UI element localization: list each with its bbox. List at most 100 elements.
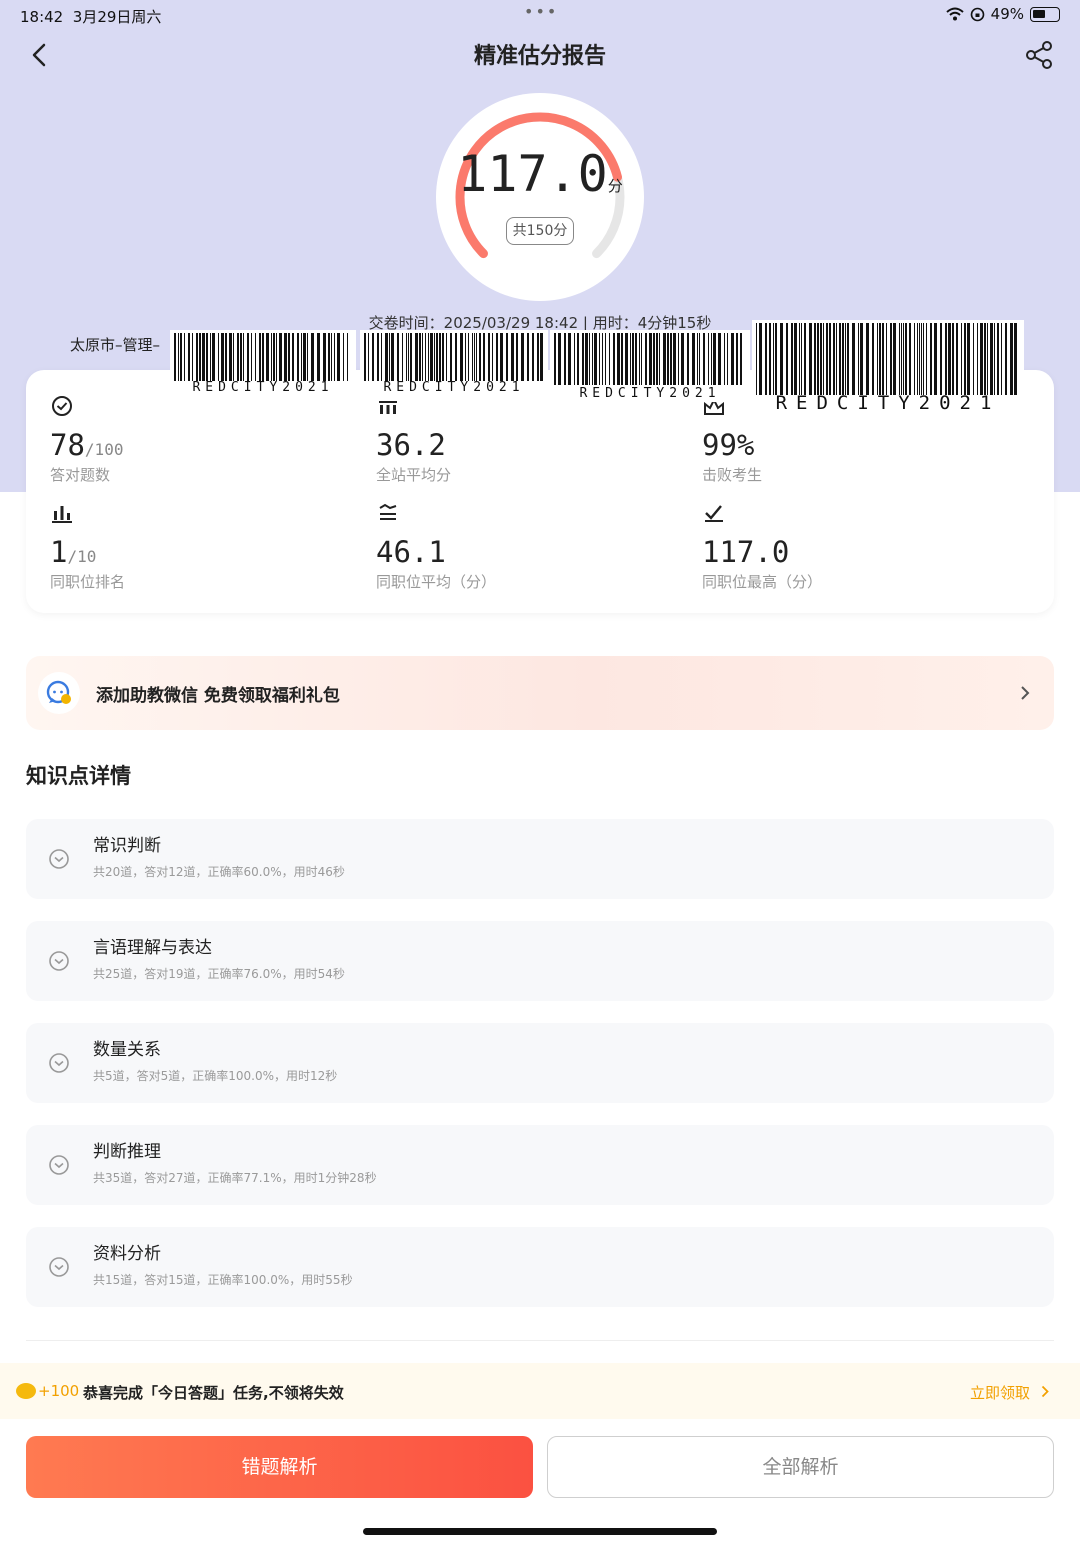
daily-task-bar: +100 恭喜完成「今日答题」任务,不领将失效 立即领取 xyxy=(0,1363,1080,1419)
chevron-down-circle-icon[interactable] xyxy=(48,848,70,870)
barcode-bar xyxy=(202,333,205,381)
barcode-bar xyxy=(307,333,308,381)
barcode-bar xyxy=(196,333,198,381)
barcode-bar xyxy=(585,333,588,385)
barcode-bar xyxy=(422,333,423,381)
barcode-bar xyxy=(301,333,302,381)
barcode-bar xyxy=(389,333,390,381)
knowledge-point-item[interactable]: 言语理解与表达 共25道，答对19道，正确率76.0%，用时54秒 xyxy=(26,921,1054,1001)
barcode-bar xyxy=(540,333,543,381)
chevron-right-icon[interactable] xyxy=(1040,1385,1050,1398)
all-analysis-button[interactable]: 全部解析 xyxy=(547,1436,1054,1498)
barcode-bar xyxy=(799,323,800,395)
chevron-down-circle-icon[interactable] xyxy=(48,1256,70,1278)
promo-avatar xyxy=(38,672,80,714)
barcode-bar xyxy=(893,323,896,395)
barcode-bar xyxy=(521,333,524,381)
chevron-down-circle-icon[interactable] xyxy=(48,950,70,972)
rank-icon xyxy=(52,506,72,523)
barcode-bar xyxy=(180,333,182,381)
barcode-bar xyxy=(1005,323,1007,395)
knowledge-point-detail: 共35道，答对27道，正确率77.1%，用时1分钟28秒 xyxy=(93,1171,377,1185)
barcode-bar xyxy=(923,323,924,395)
barcode-bar xyxy=(474,333,475,381)
barcode-bar xyxy=(233,333,234,381)
barcode-bar xyxy=(836,323,837,395)
knowledge-point-name: 判断推理 xyxy=(93,1142,161,1162)
barcode-bar xyxy=(317,333,320,381)
barcode-bar xyxy=(899,323,900,395)
barcode-bar xyxy=(964,323,966,395)
barcode-bar xyxy=(402,333,403,381)
barcode-bar xyxy=(532,333,534,381)
barcode-watermark-3: REDCITY2021 xyxy=(550,330,750,402)
orientation-lock-icon xyxy=(970,7,984,21)
barcode-bar xyxy=(506,333,508,381)
barcode-bar xyxy=(984,323,986,395)
barcode-bar xyxy=(794,323,797,395)
multitask-dots[interactable]: ••• xyxy=(524,2,558,21)
barcode-bar xyxy=(1014,323,1017,395)
barcode-bar xyxy=(621,333,623,385)
barcode-bar xyxy=(1001,323,1002,395)
barcode-bar xyxy=(791,323,793,395)
barcode-bar xyxy=(921,323,922,395)
status-indicators: 49% xyxy=(945,5,1060,23)
assistant-promo-banner[interactable]: 添加助教微信 免费领取福利礼包 xyxy=(26,656,1054,730)
barcode-bar xyxy=(419,333,421,381)
barcode-bar xyxy=(592,333,593,385)
knowledge-point-item[interactable]: 判断推理 共35道，答对27道，正确率77.1%，用时1分钟28秒 xyxy=(26,1125,1054,1205)
share-icon[interactable] xyxy=(1022,38,1056,72)
barcode-bar xyxy=(659,333,660,385)
position-average-icon xyxy=(379,503,397,520)
barcode-bar xyxy=(847,323,849,395)
knowledge-point-item[interactable]: 常识判断 共20道，答对12道，正确率60.0%，用时46秒 xyxy=(26,819,1054,899)
status-bar: 18:42 3月29日周六 ••• 49% xyxy=(0,0,1080,32)
barcode-bar xyxy=(377,333,379,381)
barcode-bar xyxy=(450,333,452,381)
barcode-bar xyxy=(251,333,252,381)
barcode-bar xyxy=(801,323,802,395)
barcode-bar xyxy=(727,333,728,385)
barcode-bar xyxy=(681,333,684,385)
barcode-bar xyxy=(718,333,721,385)
score-value: 117.0分 xyxy=(457,145,623,203)
knowledge-point-detail: 共15道，答对15道，正确率100.0%，用时55秒 xyxy=(93,1273,353,1287)
barcode-bar xyxy=(385,333,388,381)
barcode-bar xyxy=(708,333,709,385)
barcode-bar xyxy=(500,333,503,381)
wrong-analysis-button[interactable]: 错题解析 xyxy=(26,1436,533,1498)
knowledge-point-item[interactable]: 数量关系 共5道，答对5道，正确率100.0%，用时12秒 xyxy=(26,1023,1054,1103)
chevron-down-circle-icon[interactable] xyxy=(48,1154,70,1176)
claim-reward-link[interactable]: 立即领取 xyxy=(970,1382,1030,1403)
barcode-bar xyxy=(311,333,314,381)
barcode-bar xyxy=(237,333,239,381)
barcode-bar xyxy=(914,323,915,395)
barcode-bar xyxy=(609,333,610,385)
barcode-bar xyxy=(901,323,902,395)
barcode-bar xyxy=(731,333,734,385)
barcode-bar xyxy=(381,333,382,381)
home-indicator[interactable] xyxy=(363,1528,717,1535)
knowledge-point-item[interactable]: 资料分析 共15道，答对15道，正确率100.0%，用时55秒 xyxy=(26,1227,1054,1307)
barcode-bar xyxy=(967,323,970,395)
barcode-bar xyxy=(804,323,806,395)
barcode-bar xyxy=(188,333,190,381)
barcode-bar xyxy=(948,323,951,395)
barcode-bar xyxy=(756,323,757,395)
barcode-bar xyxy=(882,323,884,395)
barcode-bar xyxy=(574,333,575,385)
barcode-bar xyxy=(408,333,409,381)
barcode-bar xyxy=(845,323,846,395)
barcode-bar xyxy=(930,323,932,395)
barcode-bar xyxy=(703,333,705,385)
barcode-bar xyxy=(670,333,672,385)
barcode-bar xyxy=(605,333,606,385)
barcode-bar xyxy=(564,333,566,385)
barcode-bar xyxy=(496,333,498,381)
knowledge-point-detail: 共5道，答对5道，正确率100.0%，用时12秒 xyxy=(93,1069,338,1083)
barcode-bar xyxy=(240,333,242,381)
barcode-bar xyxy=(297,333,299,381)
back-icon[interactable] xyxy=(24,38,58,72)
chevron-down-circle-icon[interactable] xyxy=(48,1052,70,1074)
